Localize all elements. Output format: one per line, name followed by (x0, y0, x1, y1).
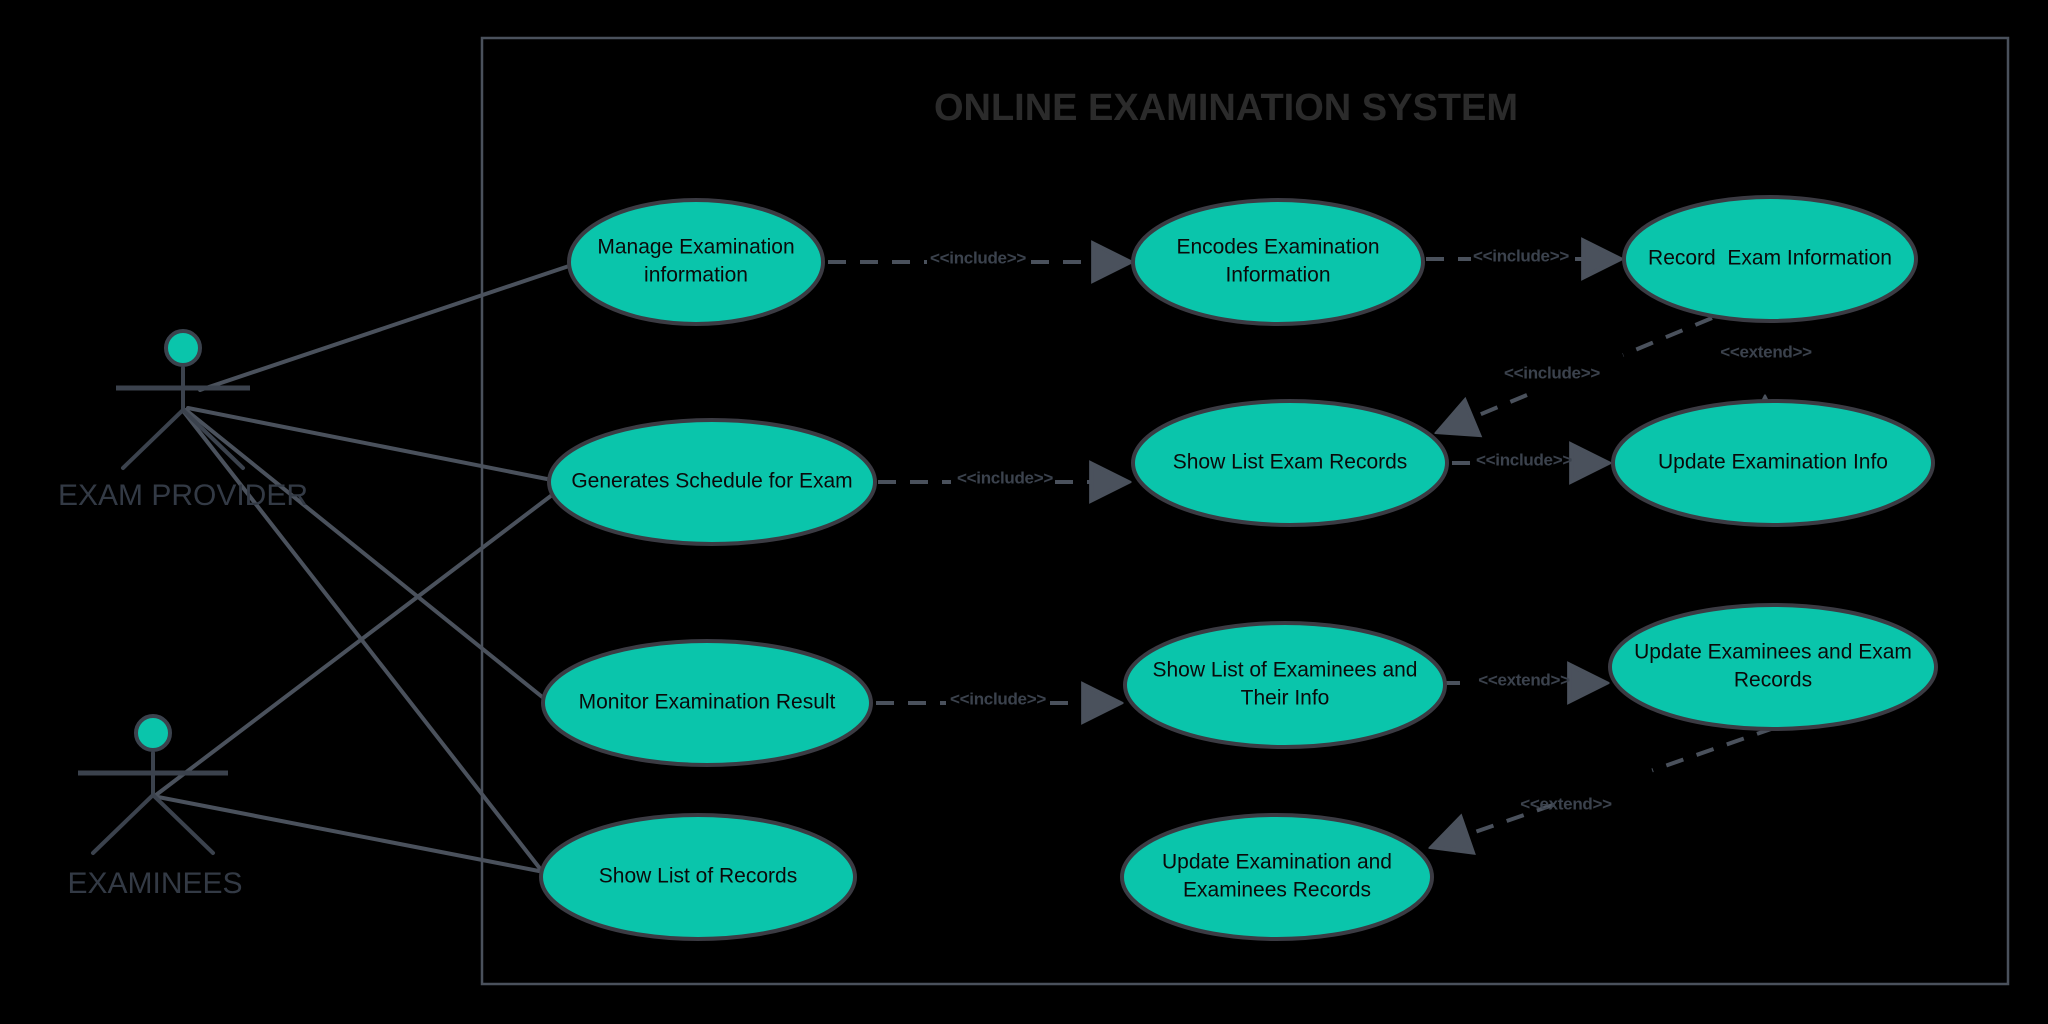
relation-stereotype-label: <<extend>> (1720, 342, 1812, 361)
use-case-ellipse (1123, 621, 1447, 749)
use-case-ellipse (1608, 603, 1938, 731)
association-layer (154, 263, 574, 877)
use-case-update-examination-info[interactable]: Update Examination Info (1611, 399, 1935, 527)
relation-layer: <<include>> <<include>> <<include>> <<exten… (828, 246, 1812, 847)
use-case-show-list-of-records[interactable]: Show List of Records (539, 813, 857, 941)
relation-show-list-of-examinees-to-update-examinees[interactable]: <<extend>> (1442, 670, 1606, 689)
relation-generates-to-show-list-exam-records[interactable]: <<include>> (878, 468, 1128, 487)
relation-stereotype-label: <<include>> (1476, 450, 1572, 469)
actor-left-leg-icon (121, 408, 185, 470)
association-provider-to-monitor-examination-result[interactable] (184, 408, 548, 702)
relation-stereotype-label: <<include>> (930, 248, 1026, 267)
relation-stereotype-label: <<include>> (957, 468, 1053, 487)
use-case-label: Records (1734, 669, 1812, 692)
use-case-label: Encodes Examination (1176, 236, 1379, 259)
association-provider-to-manage-examination-information[interactable] (198, 263, 574, 392)
use-case-label: Show List Exam Records (1173, 451, 1408, 474)
use-case-monitor-examination-result[interactable]: Monitor Examination Result (541, 639, 873, 767)
use-case-show-list-of-examinees-and-their-info[interactable]: Show List of Examinees and Their Info (1123, 621, 1447, 749)
actor-head-icon (164, 329, 202, 367)
use-case-update-examination-and-examinees-records[interactable]: Update Examination and Examinees Records (1120, 813, 1434, 941)
relation-stereotype-label: <<include>> (1473, 246, 1569, 265)
use-case-manage-examination-information[interactable]: Manage Examination information (567, 198, 825, 326)
use-case-label: Update Examination and (1162, 851, 1392, 874)
use-case-ellipse (1120, 813, 1434, 941)
use-case-show-list-exam-records[interactable]: Show List Exam Records (1131, 399, 1449, 527)
use-case-label: Show List of Examinees and (1153, 659, 1418, 682)
relation-monitor-to-show-list-of-examinees[interactable]: <<include>> (876, 689, 1120, 708)
actor-exam-provider[interactable]: EXAM PROVIDER (58, 329, 308, 512)
relation-stereotype-label: <<include>> (1504, 363, 1600, 382)
relation-stereotype-label: <<extend>> (1520, 794, 1612, 813)
relation-line-start (1622, 316, 1713, 357)
use-case-label: Their Info (1241, 687, 1330, 710)
use-case-label: information (644, 264, 748, 287)
relation-line-end (1438, 393, 1528, 432)
relation-manage-to-encodes[interactable]: <<include>> (828, 248, 1130, 267)
actor-left-leg-icon (91, 793, 155, 855)
relation-record-to-update-examination-info[interactable]: <<extend>> (1720, 308, 1812, 412)
use-case-label: Examinees Records (1183, 879, 1371, 902)
relation-encodes-to-record[interactable]: <<include>> (1426, 246, 1620, 265)
relation-stereotype-label: <<extend>> (1478, 670, 1570, 689)
use-case-label: Monitor Examination Result (579, 691, 836, 714)
relation-line-start (1651, 726, 1775, 773)
use-case-label: Record Exam Information (1648, 247, 1892, 270)
use-case-label: Show List of Records (599, 865, 797, 888)
use-case-label: Update Examinees and Exam (1634, 641, 1912, 664)
use-case-label: Manage Examination (597, 236, 794, 259)
use-case-ellipse (567, 198, 825, 326)
association-examinees-to-generates-schedule-for-exam[interactable] (154, 490, 558, 797)
use-case-layer: Manage Examination information Encodes Exa… (539, 195, 1938, 941)
association-examinees-to-show-list-of-records[interactable] (156, 795, 546, 874)
actor-layer: EXAM PROVIDER EXAMINEES (58, 329, 308, 900)
use-case-record-exam-information[interactable]: Record Exam Information (1622, 195, 1918, 323)
system-title: ONLINE EXAMINATION SYSTEM (934, 87, 1518, 129)
actor-label: EXAMINEES (67, 867, 242, 900)
diagram-svg: ONLINE EXAMINATION SYSTEM <<include>> <<i… (58, 36, 2010, 986)
use-case-update-examinees-and-exam-records[interactable]: Update Examinees and Exam Records (1608, 603, 1938, 731)
actor-head-icon (134, 714, 172, 752)
relation-stereotype-label: <<include>> (950, 689, 1046, 708)
use-case-ellipse (1131, 198, 1425, 326)
use-case-encodes-examination-information[interactable]: Encodes Examination Information (1131, 198, 1425, 326)
use-case-label: Update Examination Info (1658, 451, 1888, 474)
use-case-label: Information (1225, 264, 1330, 287)
actor-label: EXAM PROVIDER (58, 479, 308, 512)
relation-update-examinees-to-update-examination-and-examinees[interactable]: <<extend>> (1432, 726, 1775, 847)
use-case-generates-schedule-for-exam[interactable]: Generates Schedule for Exam (547, 418, 877, 546)
use-case-label: Generates Schedule for Exam (571, 470, 852, 493)
use-case-diagram-canvas: ONLINE EXAMINATION SYSTEM <<include>> <<i… (0, 0, 2048, 1024)
relation-show-list-exam-records-to-update-examination-info[interactable]: <<include>> (1452, 450, 1608, 469)
